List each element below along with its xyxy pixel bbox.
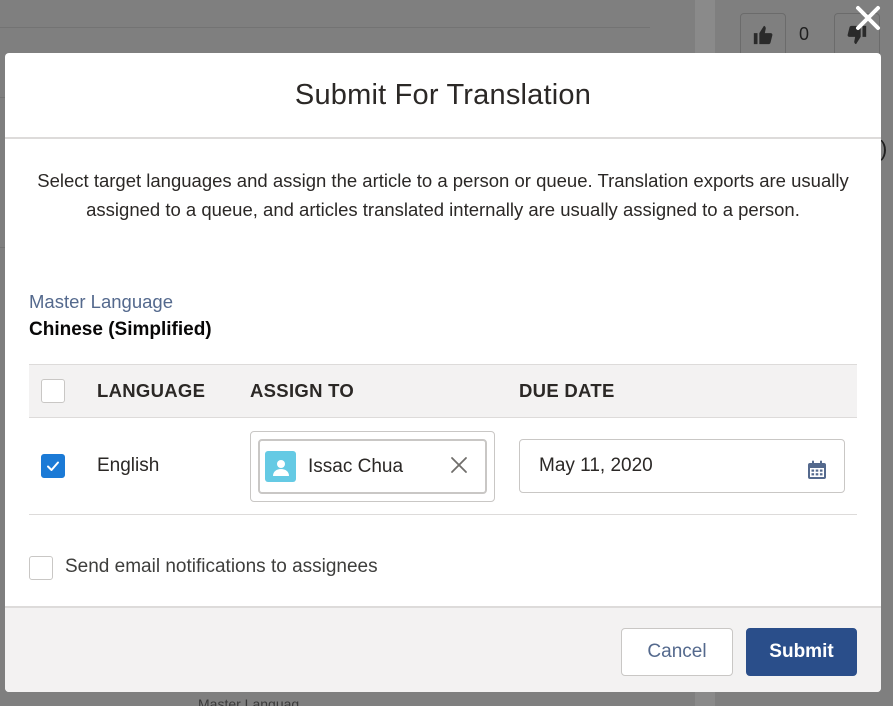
remove-assignee-icon[interactable]: [449, 455, 469, 475]
email-notification-label: Send email notifications to assignees: [65, 556, 378, 577]
cancel-button[interactable]: Cancel: [621, 628, 733, 676]
modal-header: Submit For Translation: [5, 53, 881, 139]
table-row: English Issac Chua May 11, 2020: [29, 418, 857, 515]
column-header-due-date: DUE DATE: [519, 380, 615, 401]
due-date-input[interactable]: May 11, 2020: [519, 439, 845, 493]
language-table-header: LANGUAGE ASSIGN TO DUE DATE: [29, 364, 857, 418]
user-avatar-icon: [265, 451, 296, 482]
thumbs-up-icon[interactable]: [740, 13, 786, 57]
modal-title: Submit For Translation: [294, 78, 592, 111]
submit-button[interactable]: Submit: [746, 628, 857, 676]
submit-translation-modal: Submit For Translation Select target lan…: [5, 53, 881, 692]
background-text: ): [880, 136, 888, 161]
calendar-icon[interactable]: [806, 459, 828, 481]
select-all-checkbox[interactable]: [41, 379, 65, 403]
modal-intro-text: Select target languages and assign the a…: [37, 170, 849, 220]
assign-to-lookup[interactable]: Issac Chua: [250, 431, 495, 502]
row-checkbox[interactable]: [41, 454, 65, 478]
column-header-language: LANGUAGE: [97, 380, 206, 401]
modal-footer: Cancel Submit: [5, 606, 881, 692]
master-language-label: Master Language: [29, 291, 173, 312]
email-notification-checkbox[interactable]: [29, 556, 53, 580]
assignee-pill[interactable]: Issac Chua: [258, 439, 487, 494]
background-divider: [0, 27, 650, 28]
background-text: Master Languag: [198, 696, 300, 706]
row-language: English: [97, 455, 160, 476]
close-icon[interactable]: [852, 2, 884, 34]
master-language-value: Chinese (Simplified): [29, 319, 212, 340]
column-header-assign-to: ASSIGN TO: [250, 380, 355, 401]
check-icon: [47, 461, 59, 471]
like-count: 0: [799, 24, 810, 44]
due-date-value: May 11, 2020: [539, 455, 653, 476]
assignee-name: Issac Chua: [308, 455, 404, 477]
